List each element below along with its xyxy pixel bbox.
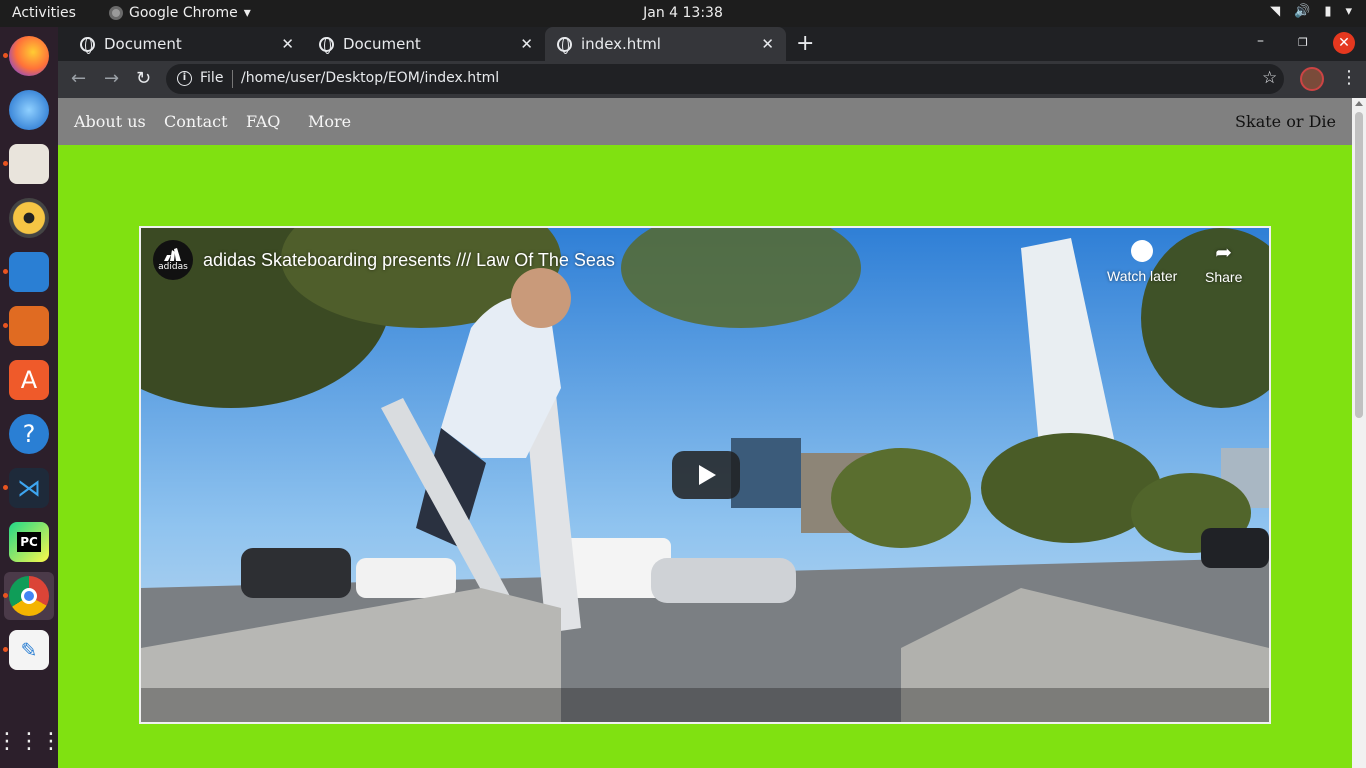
share-button[interactable]: ➦ Share (1205, 240, 1242, 285)
adidas-logo-icon (164, 248, 181, 261)
globe-icon (557, 36, 572, 54)
app-menu-label: Google Chrome (129, 5, 238, 21)
info-icon[interactable]: i (177, 71, 192, 86)
wifi-icon: ◥ (1270, 4, 1281, 19)
page-scrollbar[interactable] (1352, 98, 1366, 768)
globe-icon (80, 36, 95, 54)
browser-tab-active[interactable]: index.html ✕ (545, 27, 786, 61)
browser-toolbar: ← → ↻ i File /home/user/Desktop/EOM/inde… (58, 61, 1366, 98)
browser-tab[interactable]: Document ✕ (58, 27, 306, 61)
tab-title: index.html (581, 35, 661, 53)
close-tab-icon[interactable]: ✕ (761, 35, 774, 53)
bookmark-star-icon[interactable]: ☆ (1262, 68, 1277, 88)
caret-down-icon: ▾ (1345, 4, 1352, 19)
close-tab-icon[interactable]: ✕ (520, 35, 533, 53)
restore-button[interactable]: ❐ (1298, 36, 1308, 49)
running-indicator (3, 323, 8, 328)
close-tab-icon[interactable]: ✕ (281, 35, 294, 53)
battery-icon: ▮ (1324, 4, 1332, 19)
firefox-icon[interactable] (9, 36, 49, 76)
share-arrow-icon: ➦ (1215, 242, 1233, 264)
divider (232, 70, 233, 88)
scrollbar-thumb[interactable] (1355, 112, 1363, 418)
tab-strip: Document ✕ Document ✕ index.html ✕ + – ❐… (58, 27, 1366, 61)
running-indicator (3, 161, 8, 166)
chrome-icon (109, 6, 123, 20)
chrome-icon[interactable] (9, 576, 49, 616)
thunderbird-icon[interactable] (9, 90, 49, 130)
pycharm-icon[interactable]: PC (9, 522, 49, 562)
show-applications-icon[interactable]: ⋮⋮⋮ (0, 721, 62, 761)
caret-down-icon: ▾ (243, 5, 251, 21)
dock: A ? ⋊ PC ✎ ⋮⋮⋮ (0, 27, 62, 768)
tab-title: Document (343, 35, 421, 53)
globe-icon (319, 36, 334, 54)
system-status-area[interactable]: ◥ 🔊 ▮ ▾ (1270, 4, 1352, 19)
minimize-button[interactable]: – (1257, 33, 1264, 49)
page-viewport: About us Contact FAQ More Skate or Die a… (58, 98, 1352, 768)
vscode-icon[interactable]: ⋊ (9, 468, 49, 508)
running-indicator (3, 647, 8, 652)
scroll-up-arrow-icon[interactable] (1355, 101, 1363, 106)
site-brand[interactable]: Skate or Die (1235, 112, 1336, 131)
software-center-icon[interactable]: A (9, 360, 49, 400)
site-navbar: About us Contact FAQ More Skate or Die (58, 98, 1352, 145)
activities-button[interactable]: Activities (12, 5, 76, 21)
close-window-button[interactable]: ✕ (1333, 32, 1355, 54)
scheme-label: File (200, 70, 224, 86)
system-top-bar: Activities Google Chrome ▾ Jan 4 13:38 ◥… (0, 0, 1366, 27)
play-button[interactable] (672, 451, 740, 499)
url-text[interactable]: /home/user/Desktop/EOM/index.html (241, 70, 499, 86)
share-label: Share (1205, 269, 1243, 285)
running-indicator (3, 593, 8, 598)
tab-title: Document (104, 35, 182, 53)
writer-icon[interactable] (9, 252, 49, 292)
watch-later-label: Watch later (1107, 268, 1178, 284)
browser-tab[interactable]: Document ✕ (297, 27, 545, 61)
address-bar[interactable]: i File /home/user/Desktop/EOM/index.html (166, 64, 1284, 94)
rhythmbox-icon[interactable] (9, 198, 49, 238)
nav-link-more[interactable]: More (308, 112, 351, 131)
embedded-video-player[interactable]: adidas adidas Skateboarding presents ///… (139, 226, 1271, 724)
files-icon[interactable] (9, 144, 49, 184)
nav-link-faq[interactable]: FAQ (246, 112, 280, 131)
nav-link-contact[interactable]: Contact (164, 112, 228, 131)
app-menu[interactable]: Google Chrome ▾ (109, 5, 251, 21)
running-indicator (3, 269, 8, 274)
clock-icon (1131, 240, 1154, 262)
video-title[interactable]: adidas Skateboarding presents /// Law Of… (203, 250, 615, 271)
back-button[interactable]: ← (71, 68, 86, 89)
profile-avatar[interactable] (1300, 67, 1324, 91)
forward-button[interactable]: → (104, 68, 119, 89)
nav-link-about[interactable]: About us (74, 112, 146, 131)
help-icon[interactable]: ? (9, 414, 49, 454)
impress-icon[interactable] (9, 306, 49, 346)
channel-logo-text: adidas (158, 262, 188, 272)
running-indicator (3, 53, 8, 58)
menu-kebab-icon[interactable]: ⋮ (1340, 67, 1358, 88)
text-editor-icon[interactable]: ✎ (9, 630, 49, 670)
new-tab-button[interactable]: + (796, 31, 814, 56)
reload-button[interactable]: ↻ (136, 68, 151, 89)
channel-logo[interactable]: adidas (153, 240, 193, 280)
watch-later-button[interactable]: Watch later (1107, 240, 1177, 284)
running-indicator (3, 485, 8, 490)
volume-icon: 🔊 (1294, 4, 1311, 19)
